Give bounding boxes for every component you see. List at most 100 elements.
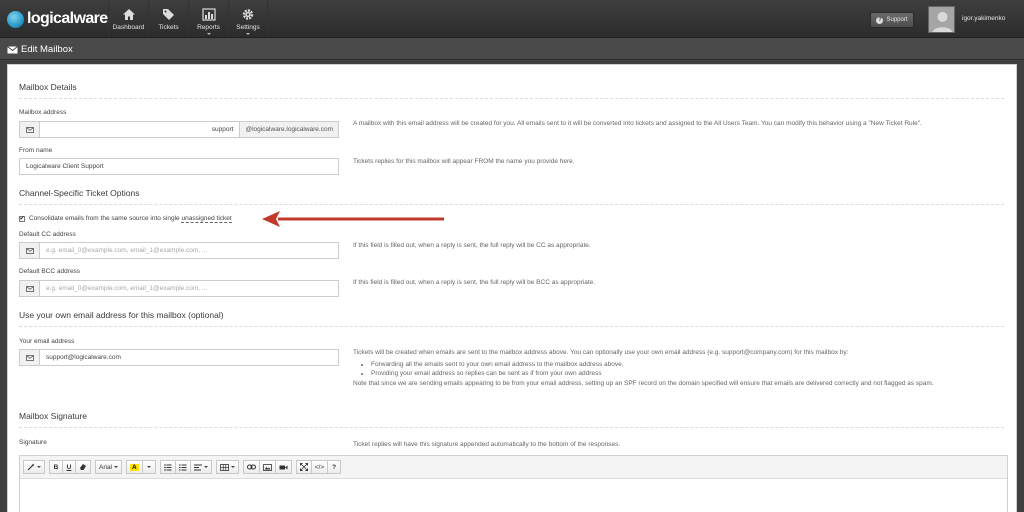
insert-table-dropdown[interactable] [215, 460, 239, 474]
signature-editor: B U Arial A </> ? [19, 455, 1008, 512]
underline-button[interactable]: U [62, 460, 76, 474]
signature-label: Signature [19, 439, 47, 446]
bold-button[interactable]: B [49, 460, 63, 474]
nav-settings[interactable]: Settings [228, 0, 268, 38]
nav-reports-label: Reports [197, 23, 220, 31]
from-name-help: Tickets replies for this mailbox will ap… [353, 158, 575, 165]
from-name-input[interactable]: Logicalware Client Support [20, 159, 338, 174]
your-email-options-list: Forwarding all the emails sent to your o… [371, 361, 993, 377]
tags-icon [162, 8, 174, 20]
support-button[interactable]: ? Support [870, 12, 914, 28]
style-button[interactable] [23, 460, 45, 474]
consolidate-option[interactable]: ✔ Consolidate emails from the same sourc… [19, 215, 232, 223]
annotation-arrow-icon [262, 211, 444, 227]
nav-dashboard[interactable]: Dashboard [108, 0, 148, 38]
picture-icon [262, 463, 272, 471]
logo-mark-icon [7, 10, 24, 28]
chevron-down-icon [146, 466, 151, 468]
insert-video-button[interactable] [274, 460, 292, 474]
highlight-color-button[interactable]: A [126, 460, 143, 474]
envelope-icon [20, 350, 40, 365]
page-header-bar: Edit Mailbox [0, 38, 1024, 60]
cc-field[interactable]: e.g. email_0@example.com, email_1@exampl… [19, 242, 339, 259]
signature-editor-area[interactable] [20, 479, 1007, 512]
spf-note: Note that since we are sending emails ap… [353, 380, 934, 387]
nav-dashboard-label: Dashboard [112, 23, 145, 31]
section-own-email: Use your own email address for this mail… [19, 310, 1004, 327]
section-signature: Mailbox Signature [19, 411, 1004, 428]
list-item: Providing your email address so replies … [371, 370, 993, 377]
font-family-dropdown[interactable]: Arial [95, 460, 123, 474]
clear-format-button[interactable] [75, 460, 91, 474]
insert-image-button[interactable] [258, 460, 276, 474]
bcc-field[interactable]: e.g. email_0@example.com, email_1@exampl… [19, 280, 339, 297]
fullscreen-icon [299, 463, 308, 471]
chevron-down-icon [114, 466, 119, 468]
color-dropdown-button[interactable] [141, 460, 156, 474]
eraser-icon [80, 464, 86, 470]
nav-tickets-label: Tickets [158, 23, 179, 31]
edit-mailbox-form: Mailbox Details Mailbox address support … [7, 64, 1017, 512]
home-icon [122, 8, 135, 20]
envelope-icon [20, 243, 40, 258]
magic-wand-icon [27, 463, 35, 471]
user-silhouette-icon [929, 7, 954, 32]
bcc-input[interactable]: e.g. email_0@example.com, email_1@exampl… [40, 281, 338, 296]
envelope-icon [20, 122, 40, 137]
consolidate-label: Consolidate emails from the same source … [29, 215, 232, 223]
nav-tickets[interactable]: Tickets [148, 0, 188, 38]
video-icon [279, 465, 288, 469]
question-circle-icon: ? [876, 16, 884, 24]
mailbox-address-input[interactable]: support [40, 122, 239, 137]
align-left-icon [193, 464, 202, 470]
section-mailbox-details: Mailbox Details [19, 82, 1004, 99]
chevron-down-icon [230, 466, 235, 468]
chevron-down-icon [203, 466, 208, 468]
numbered-list-icon [178, 464, 187, 470]
mailbox-address-help: A mailbox with this email address will b… [353, 120, 922, 127]
unassigned-ticket-tooltip-term[interactable]: unassigned ticket [181, 215, 232, 223]
nav-settings-label: Settings [236, 23, 260, 31]
user-name[interactable]: igor.yakimenko [962, 15, 1005, 22]
logo-text: logicalware [27, 10, 108, 27]
editor-toolbar: B U Arial A </> ? [20, 456, 1007, 479]
insert-link-button[interactable] [242, 460, 260, 474]
support-button-label: Support [886, 17, 908, 23]
from-name-label: From name [19, 147, 53, 154]
main-nav: Dashboard Tickets Reports Settings [108, 0, 268, 38]
nav-reports[interactable]: Reports [188, 0, 228, 38]
your-email-help-intro: Tickets will be created when emails are … [353, 349, 849, 356]
page-title-text: Edit Mailbox [21, 44, 73, 55]
help-button[interactable]: ? [327, 460, 342, 474]
code-view-button[interactable]: </> [310, 460, 329, 474]
paragraph-align-dropdown[interactable] [189, 460, 212, 474]
table-icon [219, 463, 229, 471]
font-family-value: Arial [99, 463, 113, 471]
your-email-input[interactable]: support@logicalware.com [40, 350, 338, 365]
link-icon [246, 464, 256, 470]
cc-input[interactable]: e.g. email_0@example.com, email_1@exampl… [40, 243, 338, 258]
fullscreen-button[interactable] [295, 460, 312, 474]
mailbox-address-label: Mailbox address [19, 109, 67, 116]
chevron-down-icon [37, 466, 41, 468]
consolidate-label-text: Consolidate emails from the same source … [29, 215, 182, 222]
gear-icon [242, 8, 254, 20]
consolidate-checkbox[interactable]: ✔ [19, 215, 25, 222]
signature-help: Ticket replies will have this signature … [353, 441, 621, 448]
numbered-list-button[interactable] [174, 460, 191, 474]
mailbox-address-field[interactable]: support @logicalware.logicalware.com [19, 121, 339, 138]
envelope-icon [20, 281, 40, 296]
your-email-field[interactable]: support@logicalware.com [19, 349, 339, 366]
bullet-list-icon [163, 463, 172, 471]
bcc-label: Default BCC address [19, 268, 81, 275]
from-name-field[interactable]: Logicalware Client Support [19, 158, 339, 175]
bullet-list-button[interactable] [159, 460, 176, 474]
section-channel-options: Channel-Specific Ticket Options [19, 188, 1004, 205]
logo[interactable]: logicalware [7, 10, 108, 28]
page-title: Edit Mailbox [7, 44, 73, 55]
cc-help: If this field is filled out, when a repl… [353, 242, 591, 249]
avatar[interactable] [928, 6, 955, 33]
your-email-help: Tickets will be created when emails are … [353, 349, 993, 387]
highlight-color-swatch: A [130, 463, 139, 471]
chevron-down-icon [246, 33, 250, 35]
